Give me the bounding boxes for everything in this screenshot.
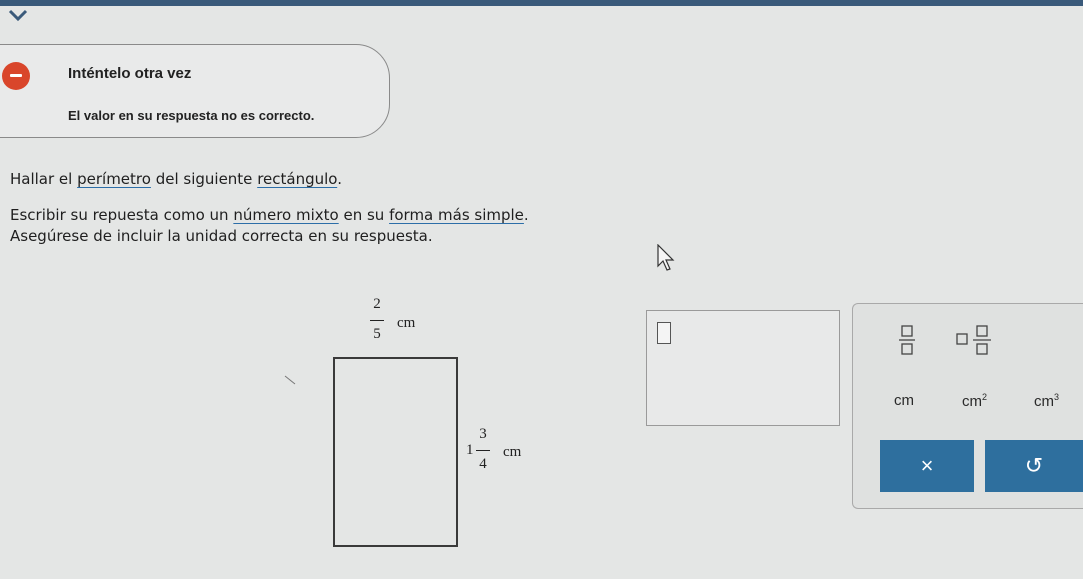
top-bar (0, 0, 1083, 6)
rectangle-figure (333, 357, 458, 547)
stray-mark (284, 375, 296, 385)
unit-cm-button[interactable]: cm (894, 392, 914, 409)
undo-button[interactable]: ↺ (985, 440, 1083, 492)
link-perimetro[interactable]: perímetro (77, 170, 151, 188)
mixed-number-icon (956, 325, 991, 355)
height-numerator: 3 (479, 426, 487, 442)
height-fraction-bar (476, 450, 490, 451)
link-forma-mas-simple[interactable]: forma más simple (389, 206, 524, 224)
width-fraction-bar (370, 320, 384, 321)
width-denominator: 5 (373, 326, 381, 342)
input-placeholder-box[interactable] (657, 322, 671, 344)
link-rectangulo[interactable]: rectángulo (257, 170, 337, 188)
unit-cm3-button[interactable]: cm3 (1034, 392, 1059, 410)
feedback-panel (0, 44, 390, 138)
fraction-icon (899, 325, 915, 355)
unit-cm2-button[interactable]: cm2 (962, 392, 987, 410)
height-denominator: 4 (479, 456, 487, 472)
width-unit: cm (397, 315, 416, 331)
unit-cm3-exponent: 3 (1054, 392, 1060, 402)
unit-cm-label: cm (894, 392, 914, 409)
unit-cm3-base: cm (1034, 393, 1054, 410)
undo-icon: ↺ (1024, 453, 1044, 478)
unit-cm2-exponent: 2 (982, 392, 988, 402)
mixed-number-template-button[interactable] (955, 322, 993, 356)
mouse-cursor-icon (657, 244, 675, 271)
instruction-line-1: Hallar el perímetro del siguiente rectán… (10, 170, 342, 188)
chevron-down-icon[interactable] (4, 8, 32, 22)
height-whole-number: 1 (466, 442, 474, 458)
link-numero-mixto[interactable]: número mixto (233, 206, 338, 224)
instruction-line-3: Asegúrese de incluir la unidad correcta … (10, 227, 433, 245)
error-icon (2, 62, 30, 90)
feedback-title: Inténtelo otra vez (68, 65, 192, 82)
answer-input[interactable] (646, 310, 840, 426)
instruction-line-2: Escribir su repuesta como un número mixt… (10, 206, 529, 224)
fraction-template-button[interactable] (896, 322, 918, 356)
height-unit: cm (503, 444, 522, 460)
clear-button[interactable]: × (880, 440, 974, 492)
feedback-message: El valor en su respuesta no es correcto. (68, 108, 315, 123)
width-numerator: 2 (373, 296, 381, 312)
unit-cm2-base: cm (962, 393, 982, 410)
close-icon: × (920, 453, 934, 478)
